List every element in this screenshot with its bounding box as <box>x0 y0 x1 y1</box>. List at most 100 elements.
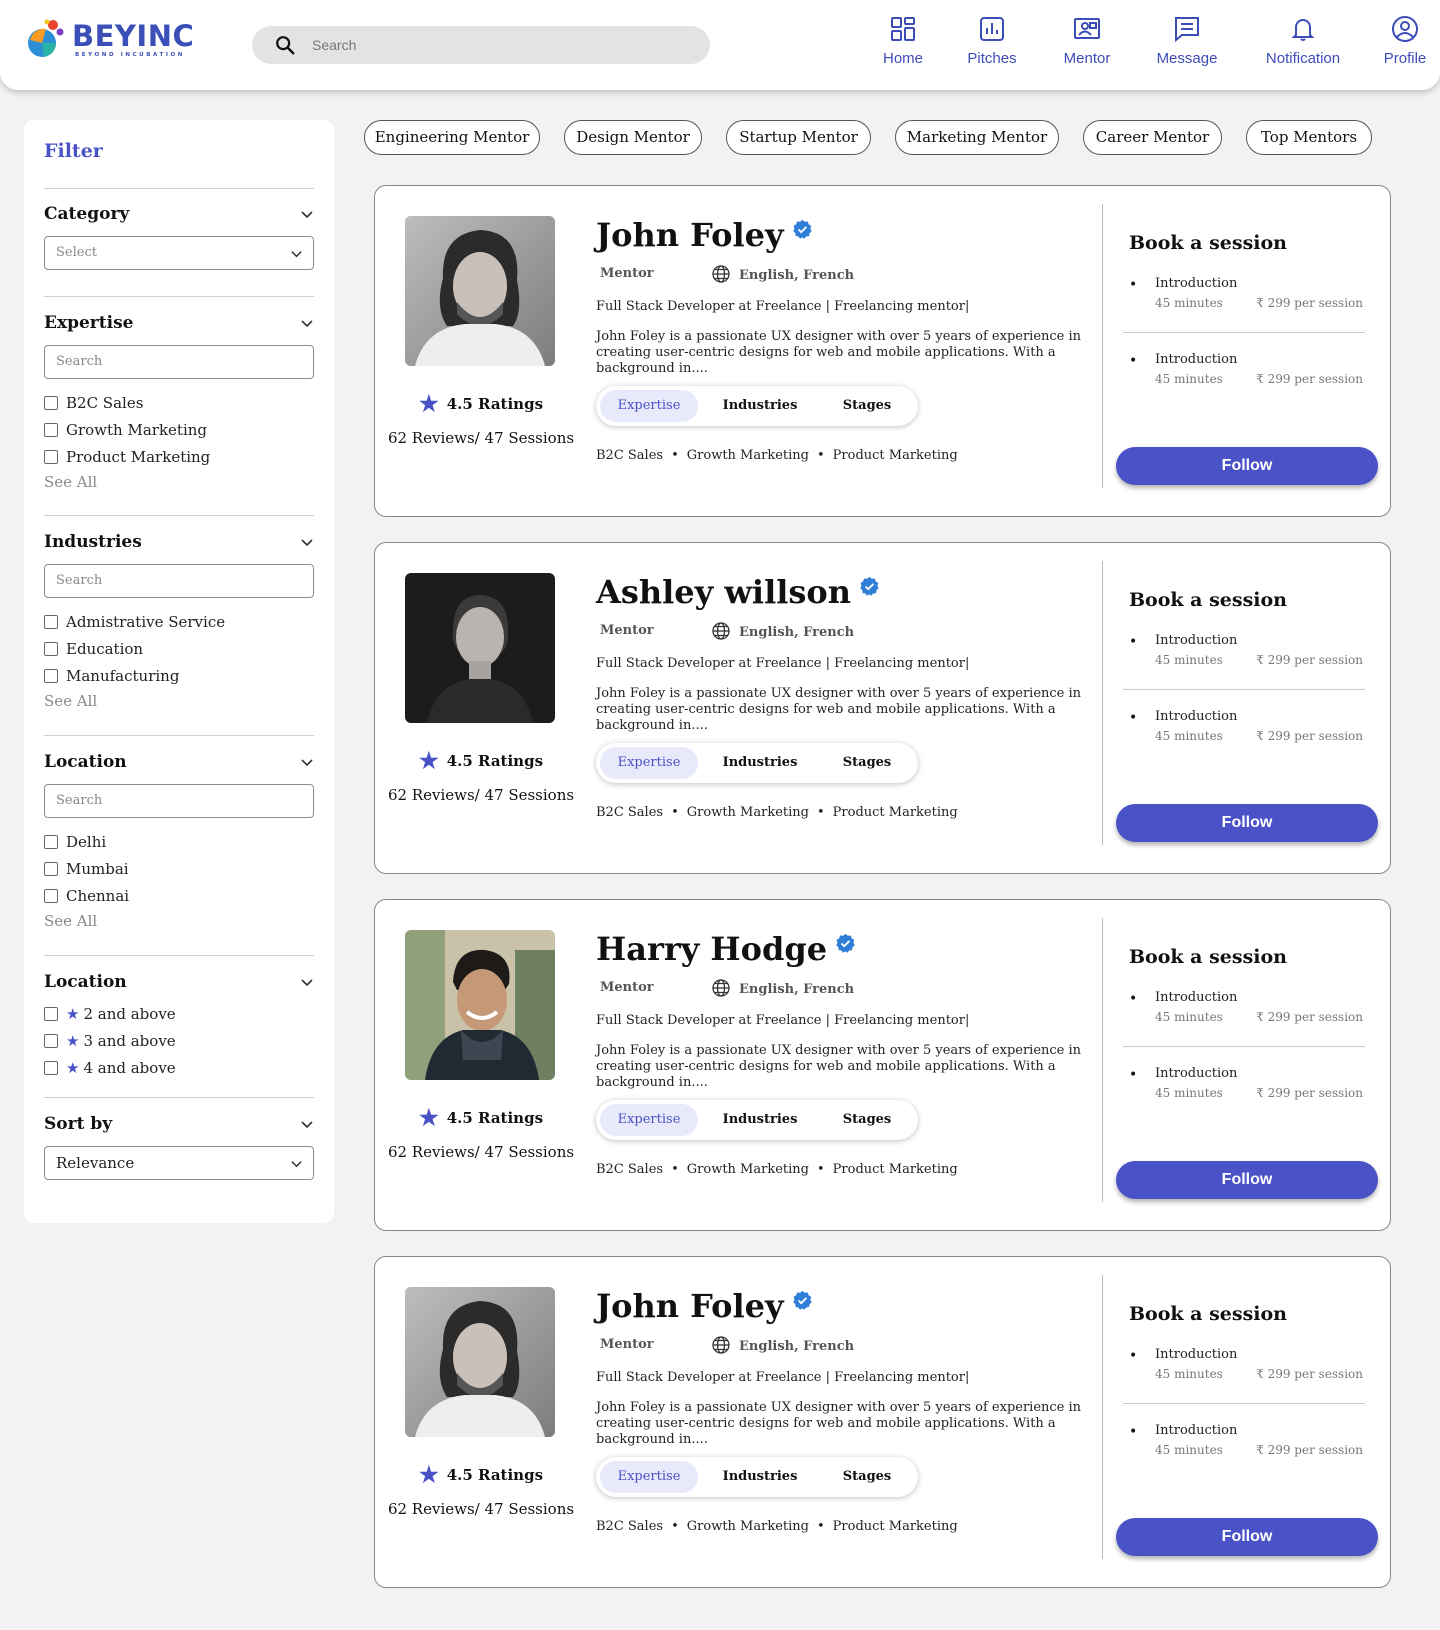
tab-expertise[interactable]: Expertise <box>600 390 698 422</box>
search-bar[interactable] <box>252 26 710 64</box>
rating-option[interactable]: ★ 3 and above <box>44 1027 314 1054</box>
location-option[interactable]: Mumbai <box>44 855 314 882</box>
languages-text: English, French <box>739 982 855 997</box>
mentor-name[interactable]: John Foley <box>596 1287 813 1325</box>
nav-label: Home <box>882 50 923 67</box>
sort-select[interactable]: Relevance <box>44 1146 314 1180</box>
checkbox[interactable] <box>44 1060 58 1075</box>
expertise-header[interactable]: Expertise <box>44 311 314 335</box>
industries-option[interactable]: Manufacturing <box>44 662 314 689</box>
tab-industries[interactable]: Industries <box>708 747 812 779</box>
checkbox[interactable] <box>44 834 58 849</box>
rating-option[interactable]: ★ 2 and above <box>44 1000 314 1027</box>
checkbox[interactable] <box>44 641 58 656</box>
search-icon <box>276 36 295 55</box>
tab-expertise[interactable]: Expertise <box>600 1104 698 1136</box>
nav-pitches[interactable]: Pitches <box>957 14 1027 67</box>
info-tabs: Expertise Industries Stages <box>596 1100 918 1140</box>
star-icon: ★ <box>66 1004 80 1023</box>
rating-option[interactable]: ★ 4 and above <box>44 1054 314 1081</box>
checkbox[interactable] <box>44 668 58 683</box>
chevron-down-icon <box>301 1121 313 1129</box>
brand-logo[interactable]: BEYINC BEYOND INCUBATION <box>22 16 194 64</box>
nav-mentor[interactable]: Mentor <box>1054 14 1120 67</box>
chevron-down-icon <box>301 539 313 547</box>
mentor-name[interactable]: Harry Hodge <box>596 930 856 968</box>
avatar[interactable] <box>405 930 555 1080</box>
expertise-search-input[interactable]: Search <box>44 345 314 379</box>
industries-see-all[interactable]: See All <box>44 692 314 710</box>
industries-option[interactable]: Education <box>44 635 314 662</box>
session-duration: 45 minutes <box>1155 1443 1223 1457</box>
tab-industries[interactable]: Industries <box>708 1104 812 1136</box>
option-label: 2 and above <box>83 1004 176 1023</box>
divider <box>1123 1046 1365 1047</box>
expertise-option[interactable]: Product Marketing <box>44 443 314 470</box>
checkbox[interactable] <box>44 395 58 410</box>
location-option[interactable]: Chennai <box>44 882 314 909</box>
option-label: Delhi <box>66 832 107 851</box>
checkbox[interactable] <box>44 1033 58 1048</box>
industries-option[interactable]: Admistrative Service <box>44 608 314 635</box>
expertise-option[interactable]: B2C Sales <box>44 389 314 416</box>
mentor-name[interactable]: John Foley <box>596 216 813 254</box>
follow-button[interactable]: Follow <box>1116 447 1378 485</box>
checkbox[interactable] <box>44 888 58 903</box>
category-header[interactable]: Category <box>44 202 314 226</box>
checkbox[interactable] <box>44 861 58 876</box>
location-heading: Location <box>44 752 127 772</box>
tab-expertise[interactable]: Expertise <box>600 1461 698 1493</box>
avatar[interactable] <box>405 573 555 723</box>
bullet-dot: • <box>1129 710 1138 726</box>
checkbox[interactable] <box>44 449 58 464</box>
nav-notification[interactable]: Notification <box>1258 14 1348 67</box>
follow-button[interactable]: Follow <box>1116 804 1378 842</box>
mentor-name[interactable]: Ashley willson <box>596 573 880 611</box>
tab-stages[interactable]: Stages <box>822 390 912 422</box>
location-option[interactable]: Delhi <box>44 828 314 855</box>
rating-heading: Location <box>44 972 127 992</box>
location-header[interactable]: Location <box>44 750 314 774</box>
tab-industries[interactable]: Industries <box>708 1461 812 1493</box>
rating-header[interactable]: Location <box>44 970 314 994</box>
tab-stages[interactable]: Stages <box>822 747 912 779</box>
follow-button[interactable]: Follow <box>1116 1161 1378 1199</box>
session-price: ₹ 299 per session <box>1256 296 1363 310</box>
tab-stages[interactable]: Stages <box>822 1461 912 1493</box>
tab-expertise[interactable]: Expertise <box>600 747 698 779</box>
avatar[interactable] <box>405 1287 555 1437</box>
vertical-divider <box>1102 561 1103 845</box>
industries-header[interactable]: Industries <box>44 530 314 554</box>
user-circle-icon <box>1392 16 1418 42</box>
chip-marketing-mentor[interactable]: Marketing Mentor <box>895 120 1059 155</box>
verified-badge-icon <box>836 933 855 953</box>
chip-design-mentor[interactable]: Design Mentor <box>564 120 702 155</box>
location-see-all[interactable]: See All <box>44 912 314 930</box>
chip-engineering-mentor[interactable]: Engineering Mentor <box>364 120 540 155</box>
checkbox[interactable] <box>44 422 58 437</box>
industries-search-input[interactable]: Search <box>44 564 314 598</box>
location-search-input[interactable]: Search <box>44 784 314 818</box>
info-tabs: Expertise Industries Stages <box>596 1457 918 1497</box>
option-label: Product Marketing <box>66 447 211 466</box>
sort-header[interactable]: Sort by <box>44 1112 314 1136</box>
checkbox[interactable] <box>44 1006 58 1021</box>
chip-top-mentors[interactable]: Top Mentors <box>1246 120 1372 155</box>
mentor-name-text: Harry Hodge <box>596 930 828 968</box>
checkbox[interactable] <box>44 614 58 629</box>
chip-career-mentor[interactable]: Career Mentor <box>1083 120 1222 155</box>
nav-message[interactable]: Message <box>1150 14 1224 67</box>
category-select[interactable]: Select <box>44 236 314 270</box>
expertise-option[interactable]: Growth Marketing <box>44 416 314 443</box>
avatar[interactable] <box>405 216 555 366</box>
search-input[interactable] <box>312 26 692 64</box>
chip-startup-mentor[interactable]: Startup Mentor <box>726 120 871 155</box>
nav-profile[interactable]: Profile <box>1380 14 1430 67</box>
tab-stages[interactable]: Stages <box>822 1104 912 1136</box>
tab-industries[interactable]: Industries <box>708 390 812 422</box>
follow-button[interactable]: Follow <box>1116 1518 1378 1556</box>
rating-text: 4.5 Ratings <box>446 1109 544 1127</box>
vertical-divider <box>1102 1275 1103 1559</box>
nav-home[interactable]: Home <box>872 14 934 67</box>
expertise-see-all[interactable]: See All <box>44 473 314 491</box>
